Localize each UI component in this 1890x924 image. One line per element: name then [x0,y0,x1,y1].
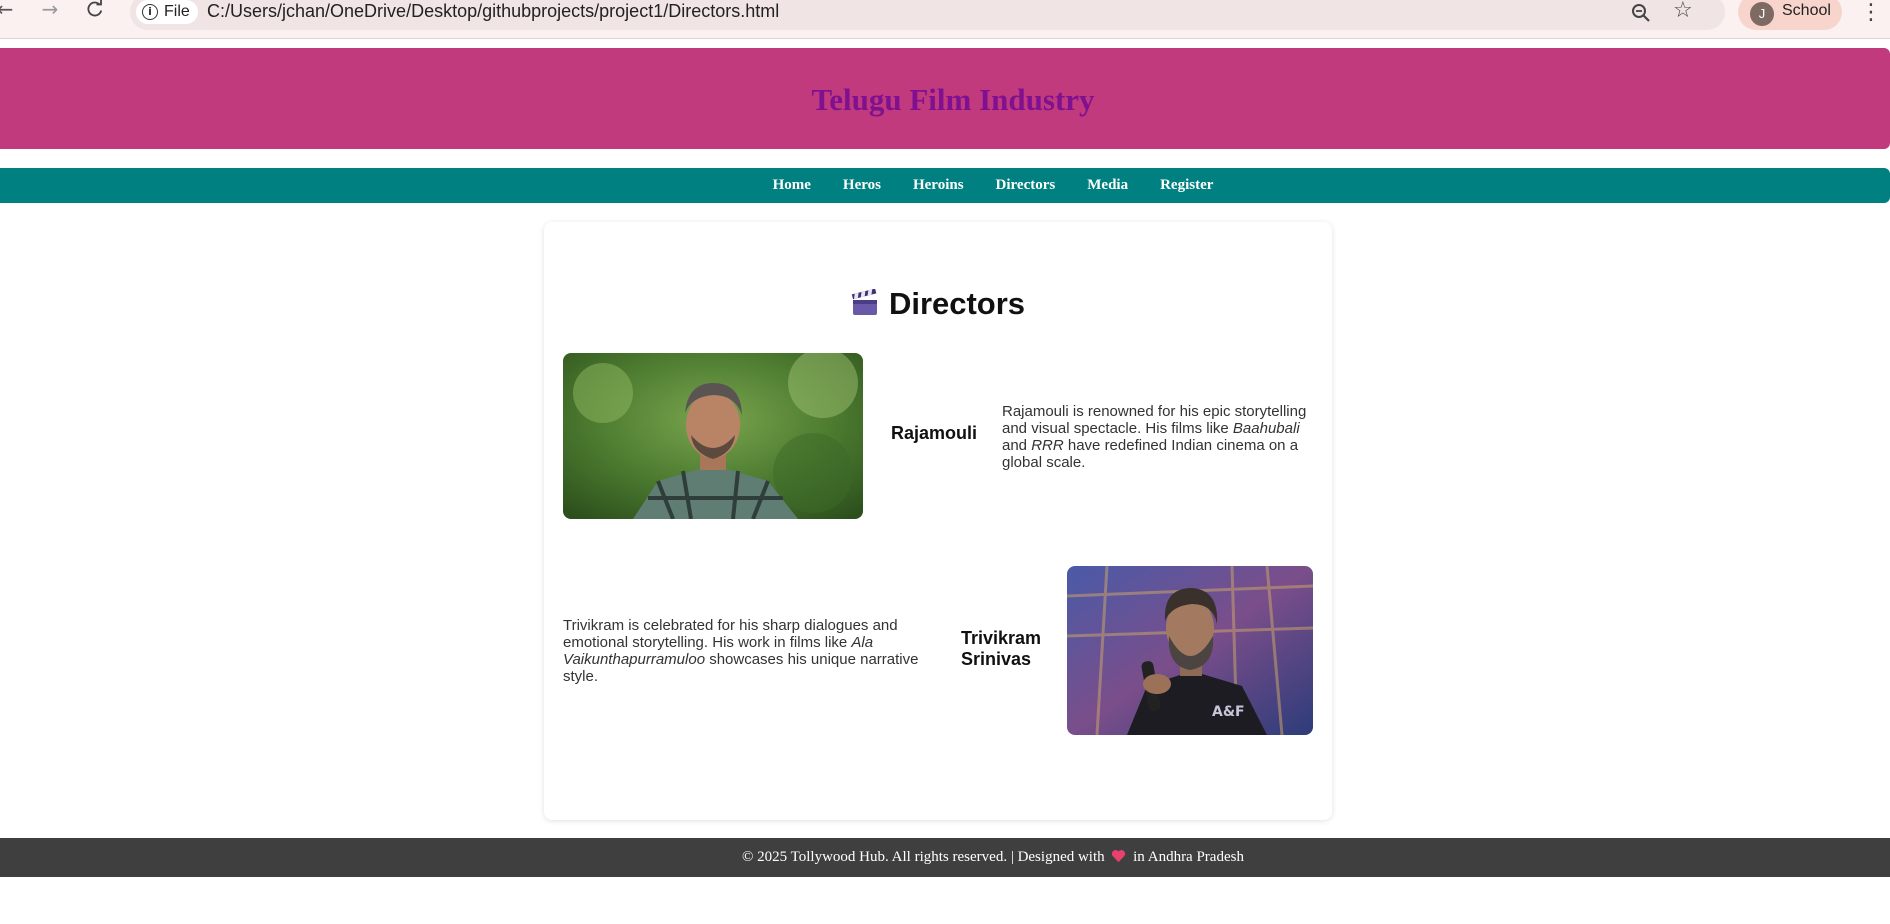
url-text[interactable]: C:/Users/jchan/OneDrive/Desktop/githubpr… [207,1,779,22]
footer-text: © 2025 Tollywood Hub. All rights reserve… [742,849,1244,866]
browser-toolbar: ← → i File C:/Users/jchan/OneDrive/Deskt… [0,0,1890,39]
section-heading: Directors [544,286,1332,322]
director-description-rajamouli: Rajamouli is renowned for his epic story… [1002,403,1314,471]
heart-icon [1112,850,1126,863]
svg-text:A&F: A&F [1212,704,1245,720]
footer-location: in Andhra Pradesh [1133,849,1244,865]
bookmark-star-icon[interactable]: ☆ [1673,0,1693,23]
nav-link-heros[interactable]: Heros [843,177,881,194]
reload-icon[interactable] [80,0,110,22]
profile-button[interactable]: J School [1738,0,1842,30]
nav-links: Home Heros Heroins Directors Media Regis… [773,177,1214,194]
trivikram-photo: A&F [1067,566,1313,735]
site-title: Telugu Film Industry [811,81,1095,117]
nav-link-media[interactable]: Media [1087,177,1128,194]
film-title: Baahubali [1232,420,1300,437]
site-header: Telugu Film Industry [0,48,1890,149]
main-nav: Home Heros Heroins Directors Media Regis… [0,168,1890,203]
director-description-trivikram: Trivikram is celebrated for his sharp di… [563,617,933,685]
nav-link-home[interactable]: Home [773,177,811,194]
zoom-out-icon[interactable] [1630,2,1652,24]
nav-link-heroins[interactable]: Heroins [913,177,964,194]
avatar: J [1750,2,1774,26]
section-heading-text: Directors [888,286,1026,321]
clapper-board-icon [851,289,877,315]
desc-text: and [1002,437,1032,454]
site-footer: © 2025 Tollywood Hub. All rights reserve… [0,838,1890,877]
director-name-rajamouli: Rajamouli [891,423,978,443]
nav-link-register[interactable]: Register [1160,177,1213,194]
film-title: RRR [1031,437,1064,454]
directors-card: Directors Rajamouli Rajamouli is renowne… [544,222,1332,820]
info-icon: i [142,4,158,20]
menu-kebab-icon[interactable]: ⋮ [1860,0,1882,25]
nav-link-directors[interactable]: Directors [996,177,1056,194]
rajamouli-photo [563,353,863,519]
profile-label: School [1782,2,1831,19]
desc-text: Trivikram is celebrated for his sharp di… [563,617,898,651]
forward-arrow-icon[interactable]: → [35,0,65,22]
back-arrow-icon[interactable]: ← [0,0,20,22]
director-name-trivikram: Trivikram Srinivas [961,628,1042,669]
address-bar[interactable]: i File C:/Users/jchan/OneDrive/Desktop/g… [130,0,1725,30]
file-chip-label: File [164,3,190,20]
site-info-chip[interactable]: i File [136,0,198,24]
footer-copyright: © 2025 Tollywood Hub. All rights reserve… [742,849,1105,865]
page: ← → i File C:/Users/jchan/OneDrive/Deskt… [0,0,1890,924]
